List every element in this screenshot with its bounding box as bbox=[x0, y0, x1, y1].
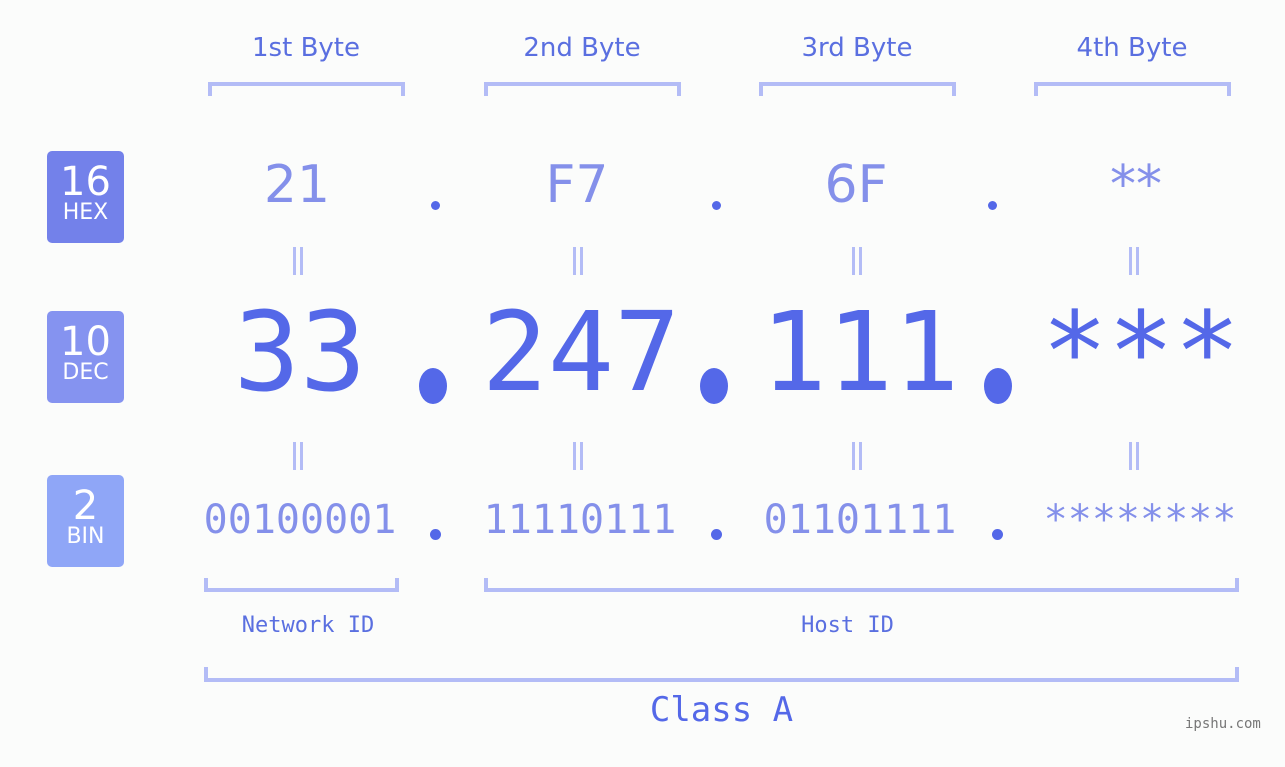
hex-dot-3 bbox=[988, 201, 997, 210]
dec-byte-2: 247 bbox=[481, 288, 681, 416]
dec-badge: 10 DEC bbox=[47, 311, 124, 403]
watermark: ipshu.com bbox=[1185, 716, 1261, 732]
dec-badge-label: DEC bbox=[62, 360, 109, 385]
bin-byte-1: 00100001 bbox=[203, 497, 397, 543]
hex-dot-2 bbox=[712, 201, 721, 210]
bin-dot-2 bbox=[711, 529, 722, 540]
bin-dot-1 bbox=[430, 529, 441, 540]
bin-badge-number: 2 bbox=[72, 483, 99, 529]
byte-bracket-1 bbox=[208, 82, 405, 96]
equals-icon bbox=[573, 442, 583, 470]
class-label: Class A bbox=[649, 690, 794, 730]
byte-bracket-2 bbox=[484, 82, 681, 96]
hex-byte-2: F7 bbox=[545, 155, 609, 215]
network-id-bracket bbox=[204, 578, 399, 592]
bin-byte-3: 01101111 bbox=[763, 497, 957, 543]
hex-dot-1 bbox=[431, 201, 440, 210]
equals-icon bbox=[293, 442, 303, 470]
dec-byte-3: 111 bbox=[760, 288, 960, 416]
equals-icon bbox=[573, 247, 583, 275]
equals-icon bbox=[852, 442, 862, 470]
bin-badge-label: BIN bbox=[66, 524, 105, 549]
equals-icon bbox=[1129, 247, 1139, 275]
byte-header-2: 2nd Byte bbox=[523, 33, 641, 63]
host-id-label: Host ID bbox=[801, 613, 894, 638]
hex-badge: 16 HEX bbox=[47, 151, 124, 243]
hex-byte-1: 21 bbox=[263, 155, 331, 215]
hex-badge-label: HEX bbox=[62, 200, 109, 225]
dec-byte-1: 33 bbox=[233, 288, 367, 416]
byte-bracket-3 bbox=[759, 82, 956, 96]
dec-badge-number: 10 bbox=[60, 319, 111, 365]
bin-byte-2: 11110111 bbox=[483, 497, 677, 543]
equals-icon bbox=[293, 247, 303, 275]
bin-byte-4: ******** bbox=[1043, 497, 1237, 543]
equals-icon bbox=[852, 247, 862, 275]
bin-badge: 2 BIN bbox=[47, 475, 124, 567]
byte-header-4: 4th Byte bbox=[1076, 33, 1188, 63]
bin-dot-3 bbox=[992, 529, 1003, 540]
dec-byte-4: *** bbox=[1041, 288, 1241, 416]
host-id-bracket bbox=[484, 578, 1239, 592]
equals-icon bbox=[1129, 442, 1139, 470]
hex-byte-4: ** bbox=[1110, 155, 1162, 215]
byte-bracket-4 bbox=[1034, 82, 1231, 96]
byte-header-3: 3rd Byte bbox=[801, 33, 913, 63]
hex-badge-number: 16 bbox=[60, 159, 111, 205]
hex-byte-3: 6F bbox=[824, 155, 888, 215]
byte-header-1: 1st Byte bbox=[252, 33, 360, 63]
class-bracket bbox=[204, 667, 1239, 682]
network-id-label: Network ID bbox=[241, 613, 375, 638]
